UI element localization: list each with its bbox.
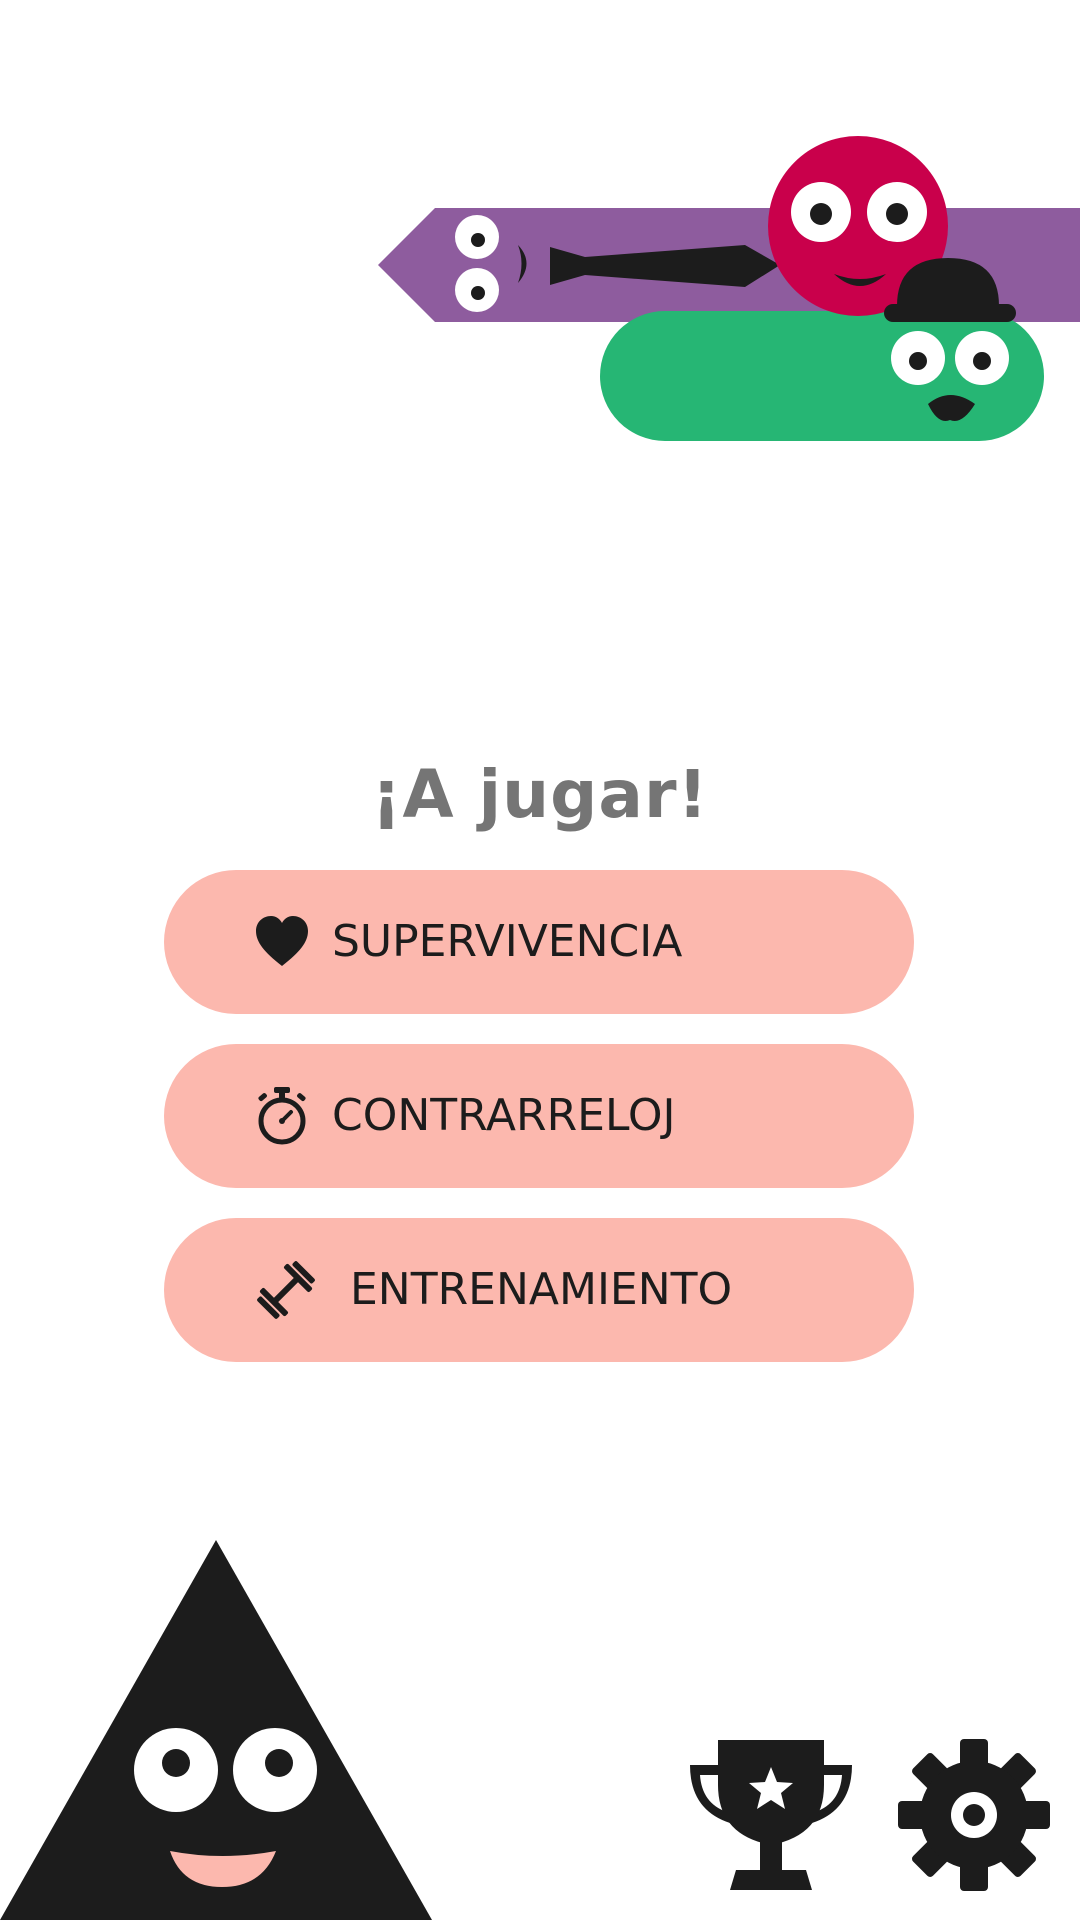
survival-mode-label: SUPERVIVENCIA [332,916,683,967]
main-menu-screen: ¡A jugar! SUPERVIVENCIA CONTRARRELOJ ENT… [0,0,1080,1920]
characters-illustration [378,136,1080,441]
triangle-mascot [0,1540,432,1920]
trophy-button[interactable] [686,1735,856,1895]
trophy-icon [690,1740,852,1890]
page-title: ¡A jugar! [371,756,709,833]
gear-icon [898,1739,1050,1891]
training-mode-label: ENTRENAMIENTO [350,1264,733,1315]
time-trial-mode-button[interactable]: CONTRARRELOJ [164,1044,914,1188]
time-trial-mode-label: CONTRARRELOJ [332,1090,676,1141]
settings-button[interactable] [894,1735,1054,1895]
stopwatch-icon [258,1087,306,1145]
dumbbell-icon [257,1261,315,1319]
training-mode-button[interactable]: ENTRENAMIENTO [164,1218,914,1362]
survival-mode-button[interactable]: SUPERVIVENCIA [164,870,914,1014]
heart-icon [256,916,308,966]
green-pill-character [600,311,1044,441]
